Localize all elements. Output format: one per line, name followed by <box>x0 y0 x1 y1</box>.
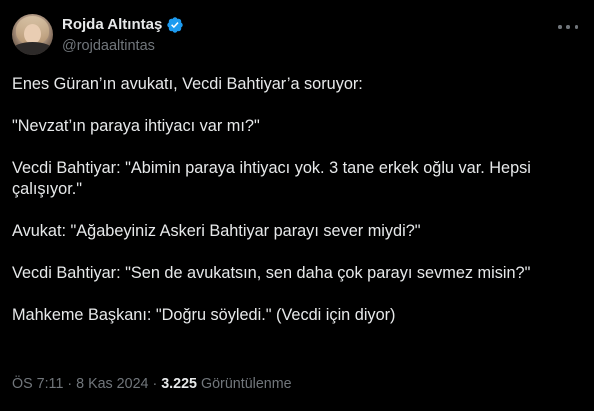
tweet-meta: ÖS 7:11 · 8 Kas 2024 · 3.225 Görüntülenm… <box>12 375 292 393</box>
author-display-name[interactable]: Rojda Altıntaş <box>62 15 162 34</box>
meta-separator: · <box>67 376 73 392</box>
tweet-line: Vecdi Bahtiyar: "Sen de avukatsın, sen d… <box>12 264 531 282</box>
author-handle[interactable]: @rojdaaltintas <box>62 37 155 55</box>
avatar-face <box>24 24 41 44</box>
verified-badge-icon[interactable] <box>166 16 184 34</box>
more-dot <box>574 25 578 29</box>
avatar[interactable] <box>12 14 53 55</box>
tweet-line: çalışıyor." <box>12 180 83 198</box>
tweet-line: "Nevzat’ın paraya ihtiyacı var mı?" <box>12 117 260 135</box>
views-count: 3.225 <box>161 376 197 392</box>
tweet-card: Rojda Altıntaş @rojdaaltintas Enes Güran… <box>0 0 594 411</box>
more-dot <box>558 25 562 29</box>
meta-separator: · <box>152 376 158 392</box>
tweet-date[interactable]: 8 Kas 2024 <box>76 376 148 392</box>
views-label: Görüntülenme <box>200 376 292 392</box>
tweet-time[interactable]: ÖS 7:11 <box>12 376 63 392</box>
author-name-row: Rojda Altıntaş <box>62 15 184 34</box>
tweet-line: Enes Güran’ın avukatı, Vecdi Bahtiyar’a … <box>12 75 363 93</box>
more-dot <box>566 25 570 29</box>
tweet-text: Enes Güran’ın avukatı, Vecdi Bahtiyar’a … <box>12 74 582 326</box>
avatar-shoulders <box>12 42 53 55</box>
more-options-icon[interactable] <box>558 20 578 34</box>
tweet-line: Mahkeme Başkanı: "Doğru söyledi." (Vecdi… <box>12 306 396 324</box>
tweet-line: Avukat: "Ağabeyiniz Askeri Bahtiyar para… <box>12 222 421 240</box>
tweet-line: Vecdi Bahtiyar: "Abimin paraya ihtiyacı … <box>12 159 531 177</box>
